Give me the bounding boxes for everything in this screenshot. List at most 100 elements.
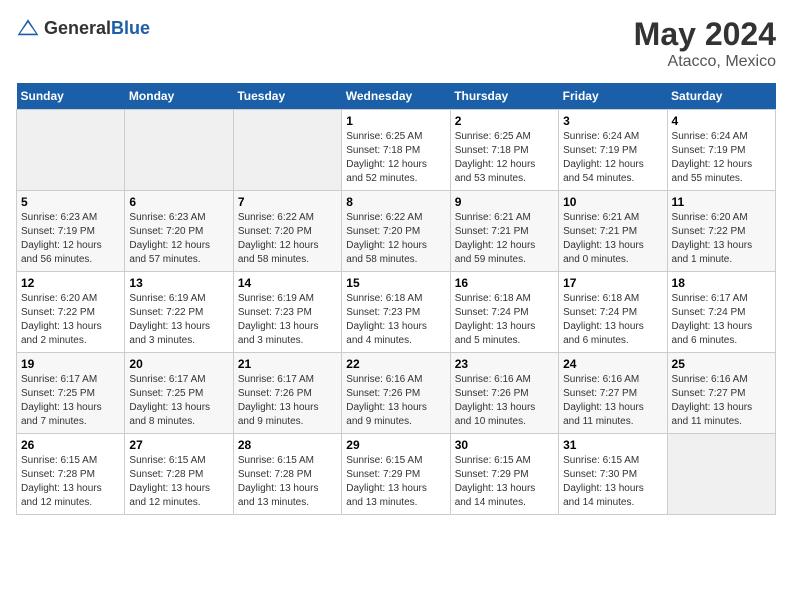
calendar-day-cell [233,110,341,191]
day-number: 7 [238,195,337,209]
day-info: Sunrise: 6:22 AM Sunset: 7:20 PM Dayligh… [346,211,445,267]
day-info: Sunrise: 6:15 AM Sunset: 7:30 PM Dayligh… [563,454,662,510]
day-info: Sunrise: 6:25 AM Sunset: 7:18 PM Dayligh… [346,130,445,186]
day-info: Sunrise: 6:20 AM Sunset: 7:22 PM Dayligh… [21,292,120,348]
day-info: Sunrise: 6:16 AM Sunset: 7:26 PM Dayligh… [455,373,554,429]
weekday-header-cell: Saturday [667,83,775,110]
day-number: 4 [672,114,771,128]
day-number: 8 [346,195,445,209]
calendar-day-cell: 20 Sunrise: 6:17 AM Sunset: 7:25 PM Dayli… [125,353,233,434]
day-info: Sunrise: 6:16 AM Sunset: 7:27 PM Dayligh… [563,373,662,429]
day-info: Sunrise: 6:17 AM Sunset: 7:25 PM Dayligh… [129,373,228,429]
calendar-day-cell: 7 Sunrise: 6:22 AM Sunset: 7:20 PM Daylig… [233,191,341,272]
calendar-day-cell [125,110,233,191]
weekday-header-cell: Wednesday [342,83,450,110]
day-info: Sunrise: 6:15 AM Sunset: 7:28 PM Dayligh… [238,454,337,510]
weekday-header-cell: Thursday [450,83,558,110]
calendar-day-cell: 1 Sunrise: 6:25 AM Sunset: 7:18 PM Daylig… [342,110,450,191]
day-number: 11 [672,195,771,209]
day-info: Sunrise: 6:24 AM Sunset: 7:19 PM Dayligh… [563,130,662,186]
day-info: Sunrise: 6:22 AM Sunset: 7:20 PM Dayligh… [238,211,337,267]
day-number: 16 [455,276,554,290]
day-info: Sunrise: 6:23 AM Sunset: 7:20 PM Dayligh… [129,211,228,267]
day-number: 17 [563,276,662,290]
location-title: Atacco, Mexico [634,53,776,71]
calendar-day-cell: 15 Sunrise: 6:18 AM Sunset: 7:23 PM Dayli… [342,272,450,353]
day-number: 31 [563,438,662,452]
day-info: Sunrise: 6:19 AM Sunset: 7:23 PM Dayligh… [238,292,337,348]
day-info: Sunrise: 6:23 AM Sunset: 7:19 PM Dayligh… [21,211,120,267]
calendar-week-row: 19 Sunrise: 6:17 AM Sunset: 7:25 PM Dayli… [17,353,776,434]
day-number: 24 [563,357,662,371]
calendar-day-cell: 29Sunrise: 6:15 AM Sunset: 7:29 PM Dayli… [342,434,450,515]
day-number: 13 [129,276,228,290]
calendar-week-row: 1 Sunrise: 6:25 AM Sunset: 7:18 PM Daylig… [17,110,776,191]
day-number: 26 [21,438,120,452]
calendar-day-cell: 28 Sunrise: 6:15 AM Sunset: 7:28 PM Dayli… [233,434,341,515]
calendar-day-cell: 26 Sunrise: 6:15 AM Sunset: 7:28 PM Dayli… [17,434,125,515]
calendar-day-cell: 16 Sunrise: 6:18 AM Sunset: 7:24 PM Dayli… [450,272,558,353]
day-number: 5 [21,195,120,209]
calendar-day-cell: 30 Sunrise: 6:15 AM Sunset: 7:29 PM Dayli… [450,434,558,515]
calendar-day-cell: 10Sunrise: 6:21 AM Sunset: 7:21 PM Dayli… [559,191,667,272]
calendar-day-cell: 17 Sunrise: 6:18 AM Sunset: 7:24 PM Dayli… [559,272,667,353]
weekday-header-cell: Tuesday [233,83,341,110]
calendar-table: SundayMondayTuesdayWednesdayThursdayFrid… [16,83,776,515]
day-number: 2 [455,114,554,128]
day-info: Sunrise: 6:16 AM Sunset: 7:27 PM Dayligh… [672,373,771,429]
calendar-day-cell: 25Sunrise: 6:16 AM Sunset: 7:27 PM Dayli… [667,353,775,434]
day-number: 15 [346,276,445,290]
calendar-day-cell: 18Sunrise: 6:17 AM Sunset: 7:24 PM Dayli… [667,272,775,353]
title-block: May 2024 Atacco, Mexico [634,16,776,71]
calendar-day-cell: 31 Sunrise: 6:15 AM Sunset: 7:30 PM Dayli… [559,434,667,515]
calendar-week-row: 5 Sunrise: 6:23 AM Sunset: 7:19 PM Daylig… [17,191,776,272]
day-number: 20 [129,357,228,371]
day-number: 12 [21,276,120,290]
calendar-week-row: 26 Sunrise: 6:15 AM Sunset: 7:28 PM Dayli… [17,434,776,515]
day-info: Sunrise: 6:17 AM Sunset: 7:25 PM Dayligh… [21,373,120,429]
day-info: Sunrise: 6:21 AM Sunset: 7:21 PM Dayligh… [563,211,662,267]
calendar-day-cell: 12 Sunrise: 6:20 AM Sunset: 7:22 PM Dayli… [17,272,125,353]
day-info: Sunrise: 6:15 AM Sunset: 7:29 PM Dayligh… [455,454,554,510]
day-number: 22 [346,357,445,371]
day-number: 6 [129,195,228,209]
calendar-day-cell: 27 Sunrise: 6:15 AM Sunset: 7:28 PM Dayli… [125,434,233,515]
day-number: 27 [129,438,228,452]
calendar-day-cell: 8 Sunrise: 6:22 AM Sunset: 7:20 PM Daylig… [342,191,450,272]
day-number: 3 [563,114,662,128]
calendar-body: 1 Sunrise: 6:25 AM Sunset: 7:18 PM Daylig… [17,110,776,515]
logo: GeneralBlue [16,16,150,40]
day-info: Sunrise: 6:15 AM Sunset: 7:28 PM Dayligh… [21,454,120,510]
day-number: 1 [346,114,445,128]
day-info: Sunrise: 6:18 AM Sunset: 7:24 PM Dayligh… [455,292,554,348]
calendar-day-cell: 19 Sunrise: 6:17 AM Sunset: 7:25 PM Dayli… [17,353,125,434]
day-info: Sunrise: 6:18 AM Sunset: 7:23 PM Dayligh… [346,292,445,348]
calendar-day-cell: 24 Sunrise: 6:16 AM Sunset: 7:27 PM Dayli… [559,353,667,434]
logo-general-text: General [44,18,111,38]
day-number: 29 [346,438,445,452]
calendar-day-cell: 2Sunrise: 6:25 AM Sunset: 7:18 PM Daylig… [450,110,558,191]
calendar-day-cell: 11 Sunrise: 6:20 AM Sunset: 7:22 PM Dayli… [667,191,775,272]
day-number: 30 [455,438,554,452]
logo-blue-text: Blue [111,18,150,38]
day-number: 19 [21,357,120,371]
calendar-day-cell: 23 Sunrise: 6:16 AM Sunset: 7:26 PM Dayli… [450,353,558,434]
day-info: Sunrise: 6:20 AM Sunset: 7:22 PM Dayligh… [672,211,771,267]
weekday-header-row: SundayMondayTuesdayWednesdayThursdayFrid… [17,83,776,110]
calendar-week-row: 12 Sunrise: 6:20 AM Sunset: 7:22 PM Dayli… [17,272,776,353]
calendar-day-cell: 22 Sunrise: 6:16 AM Sunset: 7:26 PM Dayli… [342,353,450,434]
day-number: 28 [238,438,337,452]
calendar-day-cell: 13 Sunrise: 6:19 AM Sunset: 7:22 PM Dayli… [125,272,233,353]
calendar-day-cell: 6 Sunrise: 6:23 AM Sunset: 7:20 PM Daylig… [125,191,233,272]
day-info: Sunrise: 6:24 AM Sunset: 7:19 PM Dayligh… [672,130,771,186]
day-info: Sunrise: 6:18 AM Sunset: 7:24 PM Dayligh… [563,292,662,348]
day-info: Sunrise: 6:21 AM Sunset: 7:21 PM Dayligh… [455,211,554,267]
calendar-day-cell: 14Sunrise: 6:19 AM Sunset: 7:23 PM Dayli… [233,272,341,353]
day-number: 23 [455,357,554,371]
calendar-day-cell: 5 Sunrise: 6:23 AM Sunset: 7:19 PM Daylig… [17,191,125,272]
day-info: Sunrise: 6:15 AM Sunset: 7:28 PM Dayligh… [129,454,228,510]
day-info: Sunrise: 6:19 AM Sunset: 7:22 PM Dayligh… [129,292,228,348]
day-number: 21 [238,357,337,371]
day-info: Sunrise: 6:16 AM Sunset: 7:26 PM Dayligh… [346,373,445,429]
day-info: Sunrise: 6:17 AM Sunset: 7:26 PM Dayligh… [238,373,337,429]
